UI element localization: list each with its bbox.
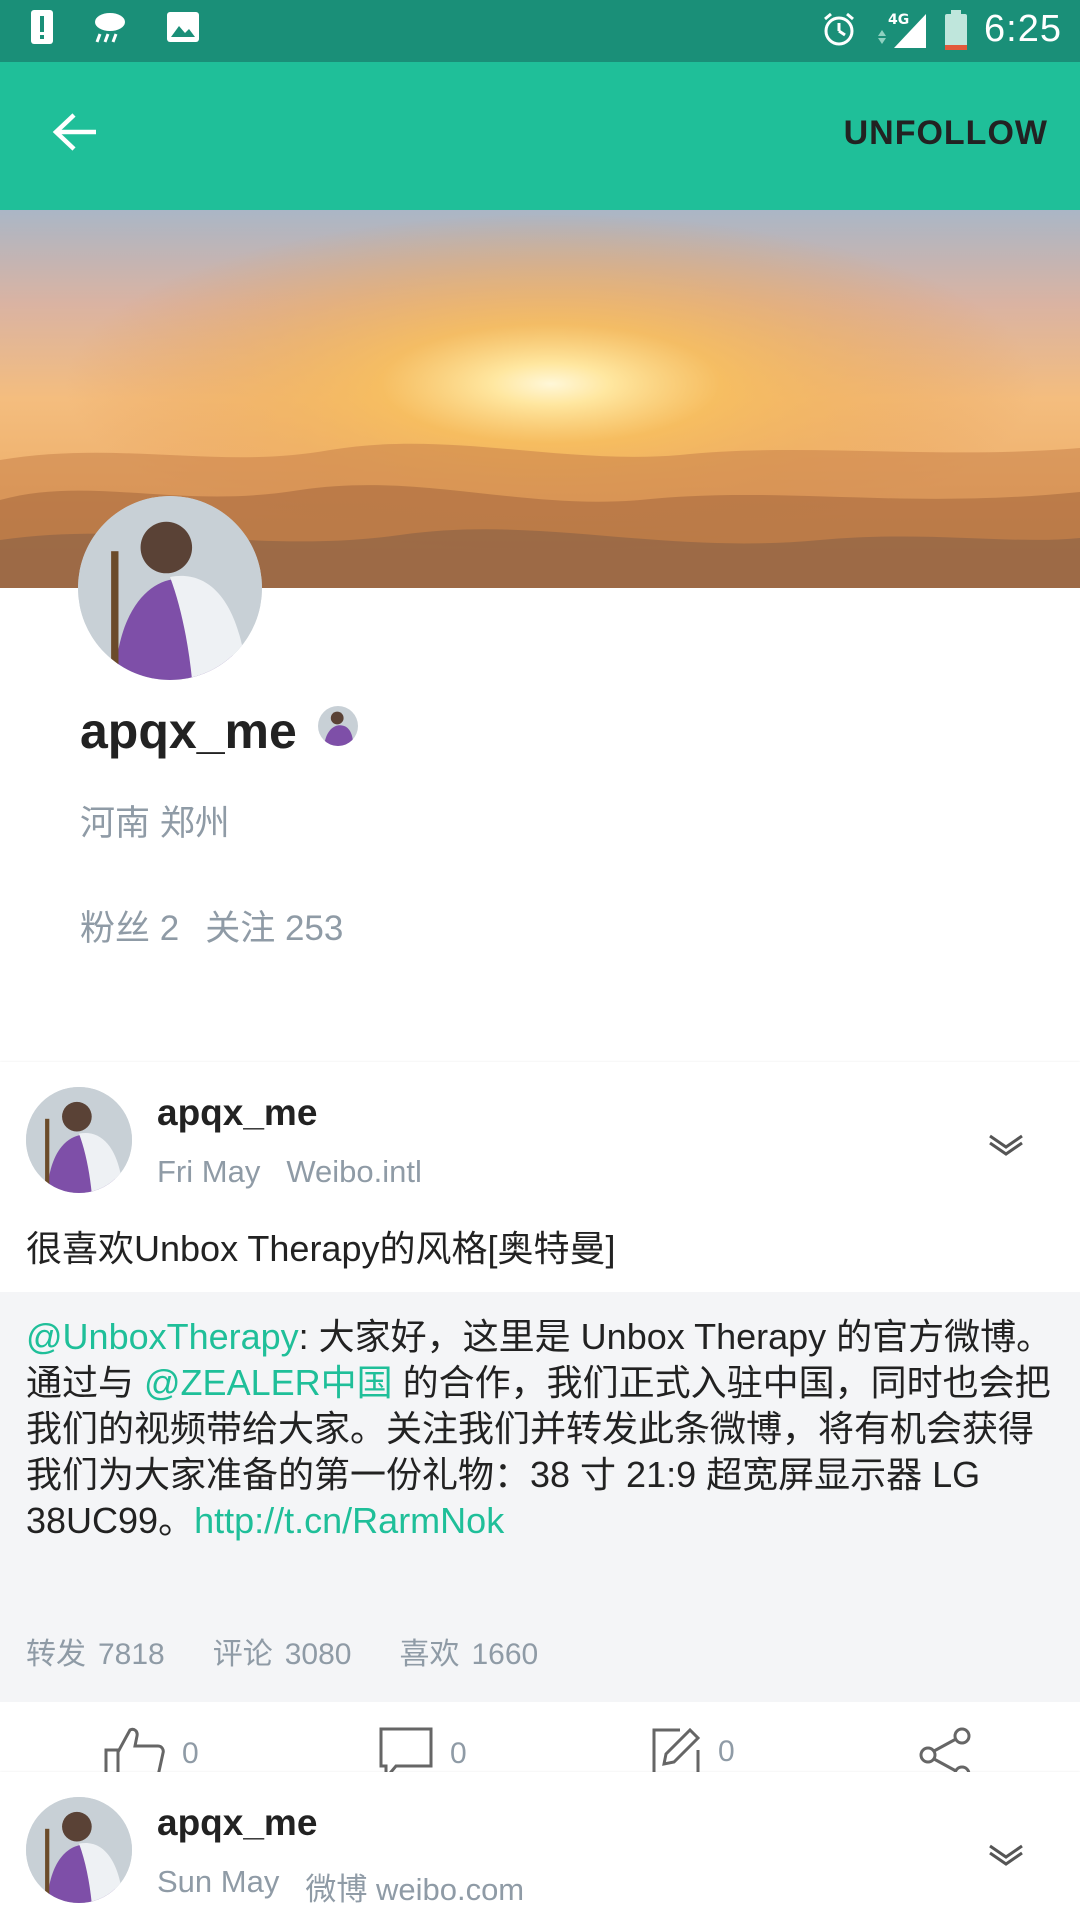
- status-right-icons: 4G 6:25: [820, 8, 1062, 51]
- post-card: apqx_me Sun May 微博 weibo.com: [0, 1772, 1080, 1920]
- post-menu-button[interactable]: [984, 1832, 1028, 1876]
- repost-text: @UnboxTherapy: 大家好，这里是 Unbox Therapy 的官方…: [26, 1314, 1056, 1544]
- post-source: Weibo.intl: [286, 1154, 422, 1189]
- signal-icon: 4G: [874, 10, 928, 50]
- network-type: 4G: [888, 12, 909, 28]
- url-link[interactable]: http://t.cn/RarmNok: [194, 1500, 504, 1541]
- back-arrow-icon: [52, 112, 98, 152]
- post-meta: Fri May Weibo.intl: [157, 1154, 422, 1190]
- stat-value: 3080: [284, 1638, 352, 1671]
- repost-icon: [650, 1726, 702, 1778]
- post-meta: Sun May 微博 weibo.com: [157, 1864, 524, 1909]
- post-menu-button[interactable]: [984, 1122, 1028, 1166]
- profile-stats: 粉丝 2 关注 253: [80, 900, 343, 951]
- image-icon: [166, 11, 200, 43]
- status-time: 6:25: [984, 8, 1062, 50]
- post-avatar[interactable]: [26, 1087, 132, 1193]
- post-date: Fri May: [157, 1154, 261, 1189]
- stat-label: 喜欢: [399, 1638, 460, 1671]
- post-source: 微博 weibo.com: [305, 1872, 525, 1907]
- followers-count: 2: [159, 909, 180, 948]
- post-card: apqx_me Fri May Weibo.intl 很喜欢Unbox Ther…: [0, 1062, 1080, 1810]
- status-bar: 4G 6:25: [0, 0, 1080, 62]
- profile-name: apqx_me: [80, 703, 297, 759]
- post-header: apqx_me Sun May 微博 weibo.com: [0, 1772, 1080, 1912]
- post-author[interactable]: apqx_me: [157, 1802, 317, 1844]
- post-header: apqx_me Fri May Weibo.intl: [0, 1062, 1080, 1202]
- repost-button[interactable]: 0: [650, 1726, 735, 1778]
- repost-stat-likes: 喜欢 1660: [400, 1629, 539, 1673]
- profile-location: 河南 郑州: [80, 804, 230, 843]
- following-count: 253: [284, 909, 344, 948]
- mention-link[interactable]: @ZEALER中国: [144, 1362, 393, 1403]
- stat-value: 7818: [98, 1638, 165, 1671]
- weather-icon: [92, 10, 128, 44]
- repost-stat-comments: 评论 3080: [213, 1629, 352, 1673]
- battery-icon: [944, 9, 968, 51]
- verified-badge-icon: [318, 706, 358, 746]
- chevron-down-icon: [987, 1841, 1025, 1867]
- repost-box[interactable]: @UnboxTherapy: 大家好，这里是 Unbox Therapy 的官方…: [0, 1292, 1080, 1702]
- repost-stat-reposts: 转发 7818: [26, 1629, 165, 1673]
- repost-stats: 转发 7818 评论 3080 喜欢 1660: [26, 1629, 538, 1673]
- repost-count: 0: [718, 1735, 735, 1768]
- profile-avatar[interactable]: [78, 496, 262, 680]
- back-button[interactable]: [45, 102, 105, 162]
- status-left-icons: [30, 8, 200, 46]
- mention-link[interactable]: @UnboxTherapy: [26, 1316, 299, 1357]
- post-avatar[interactable]: [26, 1797, 132, 1903]
- toolbar: UNFOLLOW: [0, 62, 1080, 210]
- stat-label: 评论: [212, 1638, 273, 1671]
- stat-value: 1660: [471, 1638, 539, 1671]
- followers-stat[interactable]: 粉丝 2: [80, 900, 179, 951]
- stat-label: 转发: [26, 1638, 86, 1671]
- chevron-down-icon: [987, 1131, 1025, 1157]
- alarm-icon: [820, 11, 858, 49]
- following-label: 关注: [205, 909, 276, 948]
- post-text: 很喜欢Unbox Therapy的风格[奥特曼]: [26, 1228, 616, 1269]
- unfollow-button[interactable]: UNFOLLOW: [844, 114, 1048, 153]
- comment-count: 0: [450, 1737, 467, 1770]
- post-author[interactable]: apqx_me: [157, 1092, 317, 1134]
- like-count: 0: [182, 1737, 199, 1770]
- following-stat[interactable]: 关注 253: [205, 900, 343, 951]
- followers-label: 粉丝: [80, 909, 151, 948]
- post-date: Sun May: [157, 1864, 280, 1899]
- alert-icon: [30, 8, 54, 46]
